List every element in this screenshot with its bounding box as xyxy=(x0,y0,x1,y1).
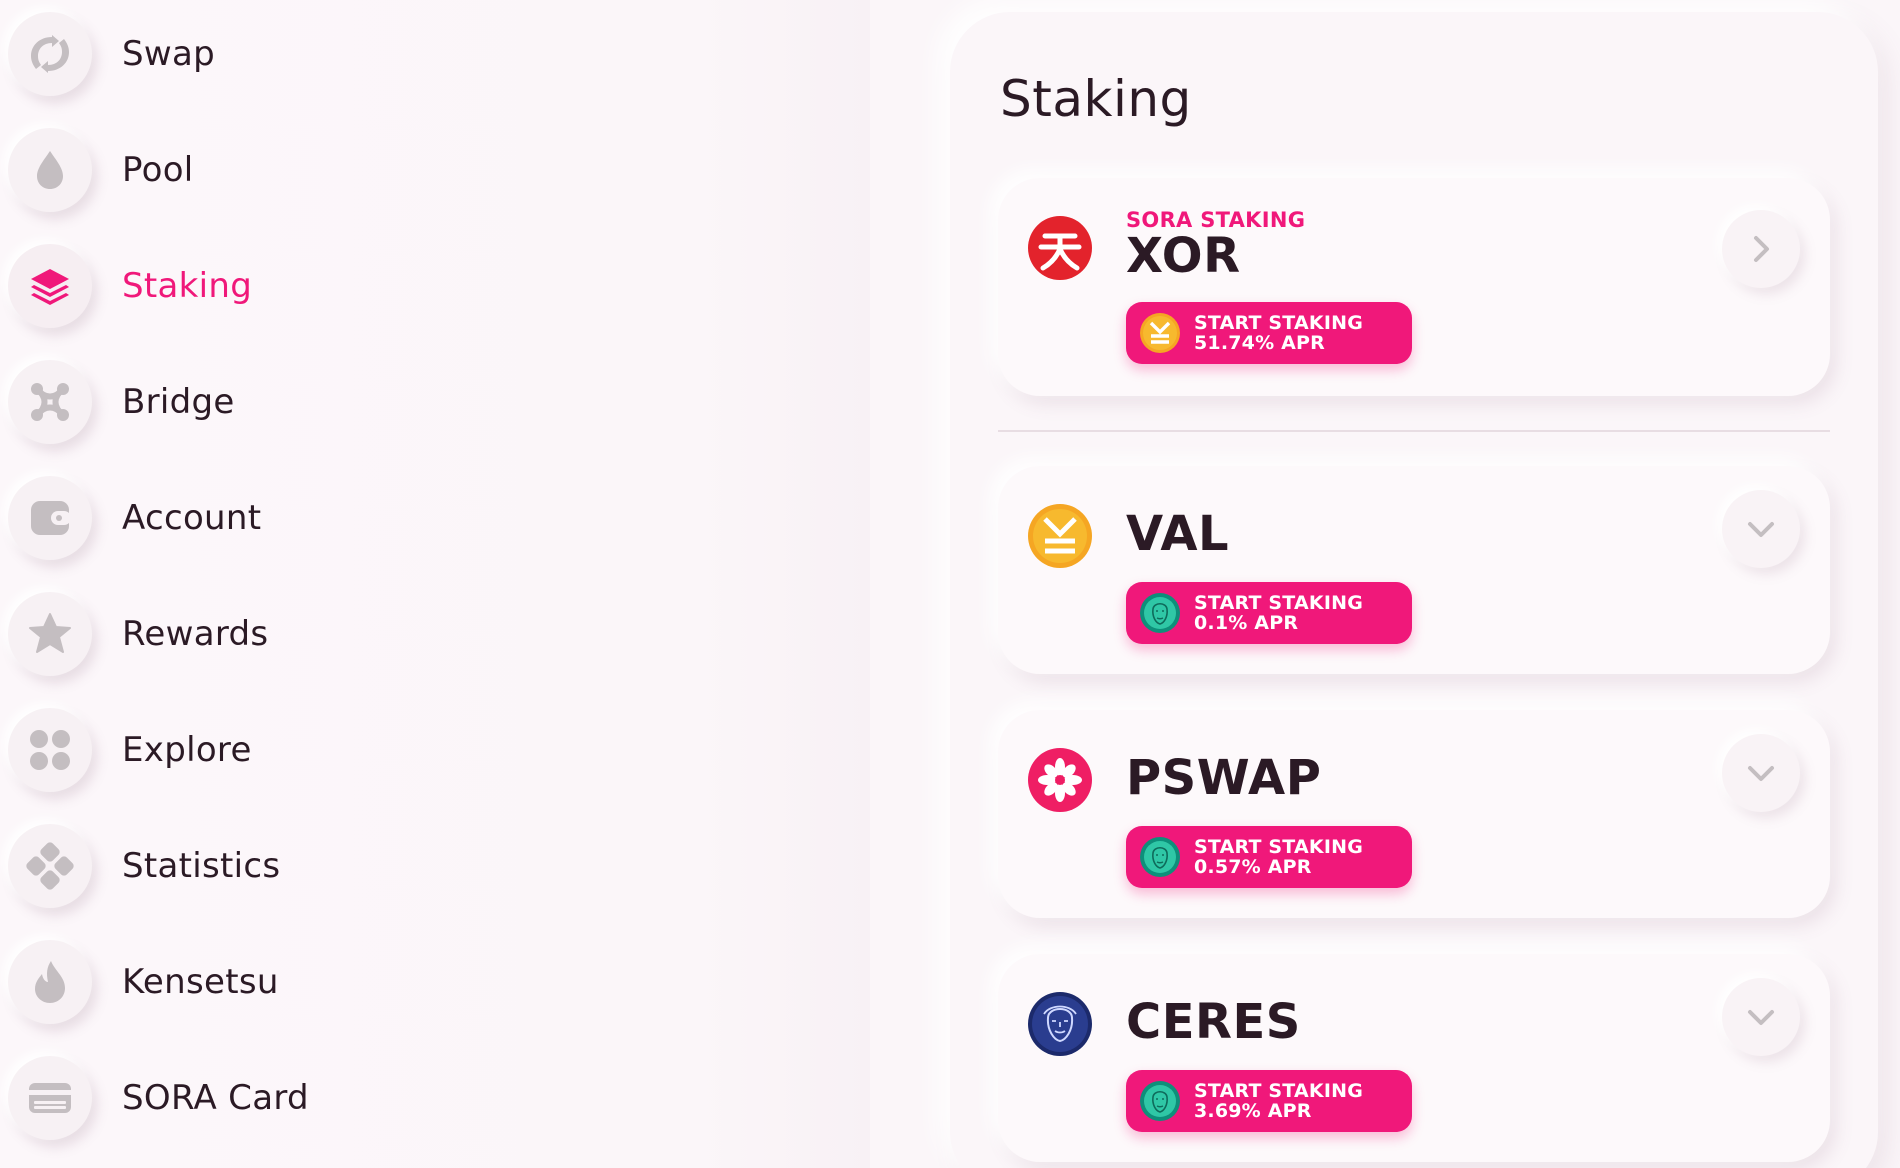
start-staking-label: START STAKING 3.69% APR xyxy=(1194,1080,1363,1122)
chevron-right-icon xyxy=(1754,236,1769,262)
bridge-icon xyxy=(8,360,92,444)
expand-button[interactable] xyxy=(1722,210,1800,288)
token-name: XOR xyxy=(1126,228,1241,284)
ceres-logo xyxy=(1028,992,1092,1056)
ceres-green-logo xyxy=(1140,1081,1180,1121)
flame-icon xyxy=(8,940,92,1024)
sidebar-item-explore[interactable]: Explore xyxy=(8,708,868,792)
sidebar-item-label: Swap xyxy=(122,34,216,74)
pswap-logo xyxy=(1028,748,1092,812)
sidebar-item-staking[interactable]: Staking xyxy=(8,244,868,328)
ceres-green-logo xyxy=(1140,593,1180,633)
staking-card-xor[interactable]: SORA STAKING XOR START STAKING 51.74% AP… xyxy=(998,178,1830,396)
val-logo xyxy=(1028,504,1092,568)
sidebar-item-kensetsu[interactable]: Kensetsu xyxy=(8,940,868,1024)
sidebar-item-account[interactable]: Account xyxy=(8,476,868,560)
start-staking-button[interactable]: START STAKING 51.74% APR xyxy=(1126,302,1412,364)
staking-card-pswap[interactable]: PSWAP START STAKING 0.57% APR xyxy=(998,710,1830,918)
section-divider xyxy=(998,430,1830,432)
xor-logo xyxy=(1028,216,1092,280)
sidebar-item-label: Account xyxy=(122,498,262,538)
wallet-icon xyxy=(8,476,92,560)
sidebar-item-label: Statistics xyxy=(122,846,281,886)
star-icon xyxy=(8,592,92,676)
expand-button[interactable] xyxy=(1722,978,1800,1056)
expand-button[interactable] xyxy=(1722,490,1800,568)
staking-icon xyxy=(8,244,92,328)
start-staking-label: START STAKING 0.1% APR xyxy=(1194,592,1363,634)
start-staking-button[interactable]: START STAKING 0.57% APR xyxy=(1126,826,1412,888)
sidebar-item-label: SORA Card xyxy=(122,1078,309,1118)
start-staking-button[interactable]: START STAKING 3.69% APR xyxy=(1126,1070,1412,1132)
statistics-icon xyxy=(8,824,92,908)
page-title: Staking xyxy=(1000,70,1192,128)
card-icon xyxy=(8,1056,92,1140)
sidebar-item-bridge[interactable]: Bridge xyxy=(8,360,868,444)
sidebar-item-label: Explore xyxy=(122,730,252,770)
sidebar-item-swap[interactable]: Swap xyxy=(8,12,868,96)
staking-card-ceres[interactable]: CERES START STAKING 3.69% APR xyxy=(998,954,1830,1162)
chevron-down-icon xyxy=(1748,1010,1774,1025)
pool-icon xyxy=(8,128,92,212)
sidebar-item-rewards[interactable]: Rewards xyxy=(8,592,868,676)
val-logo xyxy=(1140,313,1180,353)
sidebar-item-statistics[interactable]: Statistics xyxy=(8,824,868,908)
chevron-down-icon xyxy=(1748,522,1774,537)
sidebar-item-label: Bridge xyxy=(122,382,235,422)
sidebar-item-label: Kensetsu xyxy=(122,962,279,1002)
sidebar-item-label: Rewards xyxy=(122,614,269,654)
sidebar-item-sora-card[interactable]: SORA Card xyxy=(8,1056,868,1140)
swap-icon xyxy=(8,12,92,96)
sidebar: Swap Pool Staking Bridge Account Rewards… xyxy=(0,0,870,1168)
ceres-green-logo xyxy=(1140,837,1180,877)
expand-button[interactable] xyxy=(1722,734,1800,812)
explore-icon xyxy=(8,708,92,792)
sidebar-item-pool[interactable]: Pool xyxy=(8,128,868,212)
token-name: PSWAP xyxy=(1126,750,1322,806)
token-name: VAL xyxy=(1126,506,1230,562)
token-name: CERES xyxy=(1126,994,1301,1050)
start-staking-label: START STAKING 0.57% APR xyxy=(1194,836,1363,878)
sidebar-item-label: Pool xyxy=(122,150,194,190)
start-staking-button[interactable]: START STAKING 0.1% APR xyxy=(1126,582,1412,644)
start-staking-label: START STAKING 51.74% APR xyxy=(1194,312,1363,354)
sidebar-item-label: Staking xyxy=(122,266,253,306)
staking-card-val[interactable]: VAL START STAKING 0.1% APR xyxy=(998,466,1830,674)
chevron-down-icon xyxy=(1748,766,1774,781)
